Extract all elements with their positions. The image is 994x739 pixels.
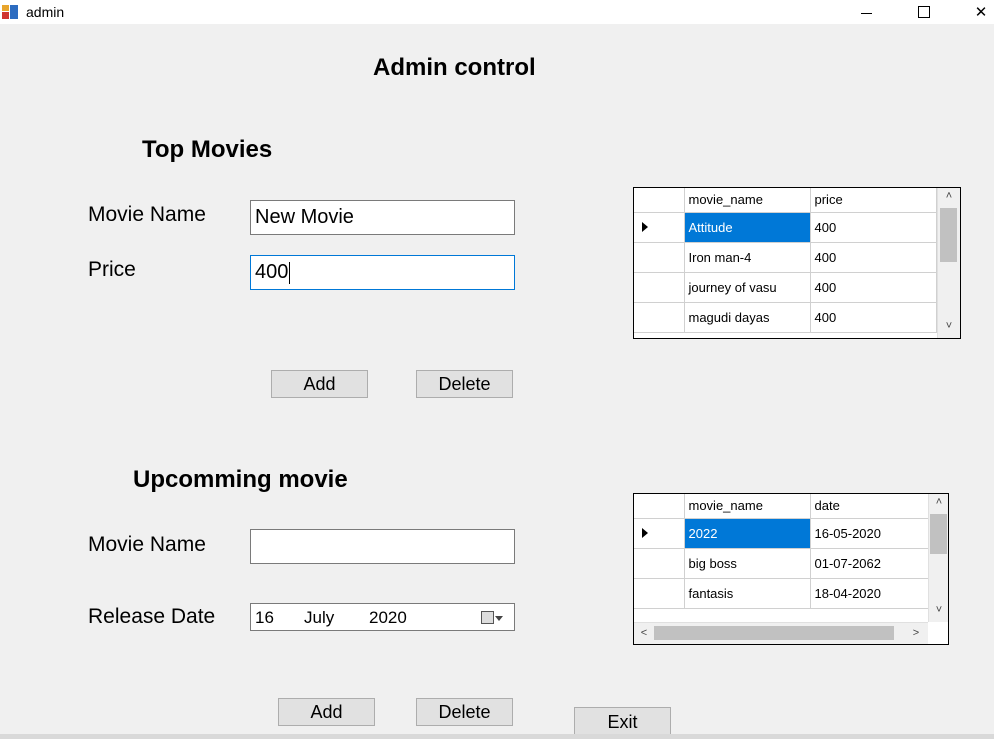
table-cell[interactable]: 2022: [684, 518, 811, 549]
scroll-down-icon[interactable]: ˅: [939, 320, 959, 332]
scroll-left-icon[interactable]: <: [634, 627, 654, 639]
app-icon: [2, 5, 18, 19]
top-add-button[interactable]: Add: [271, 370, 368, 398]
calendar-icon[interactable]: [481, 611, 494, 624]
row-header[interactable]: [634, 242, 685, 273]
maximize-button[interactable]: [901, 0, 947, 24]
column-header-movie-name[interactable]: movie_name: [684, 188, 811, 213]
top-movies-table: movie_name price Attitude 400 Iron man-4…: [634, 188, 937, 333]
top-movie-name-input[interactable]: New Movie: [250, 200, 515, 235]
table-cell[interactable]: big boss: [684, 548, 811, 579]
scroll-up-icon[interactable]: ˄: [929, 496, 948, 508]
close-icon: ✕: [974, 4, 988, 21]
table-row[interactable]: Attitude 400: [634, 212, 937, 243]
table-cell[interactable]: journey of vasu: [684, 272, 811, 303]
table-cell[interactable]: Attitude: [684, 212, 811, 243]
scroll-up-icon[interactable]: ˄: [939, 190, 959, 202]
scroll-right-icon[interactable]: >: [906, 627, 926, 639]
upcoming-add-button[interactable]: Add: [278, 698, 375, 726]
table-cell[interactable]: magudi dayas: [684, 302, 811, 333]
release-date-label: Release Date: [88, 605, 216, 628]
table-cell[interactable]: 400: [810, 242, 937, 273]
table-cell[interactable]: 16-05-2020: [810, 518, 937, 549]
row-header-corner: [634, 188, 685, 213]
current-row-icon: [642, 221, 648, 232]
exit-button[interactable]: Exit: [574, 707, 671, 737]
upcoming-grid-vertical-scrollbar[interactable]: ˄ ˅: [928, 494, 948, 622]
current-row-icon: [642, 527, 648, 538]
upcoming-movie-name-label: Movie Name: [88, 533, 206, 556]
minimize-button[interactable]: [843, 0, 889, 24]
date-year[interactable]: 2020: [369, 608, 407, 628]
row-header-corner: [634, 494, 685, 519]
table-cell[interactable]: 400: [810, 212, 937, 243]
row-header[interactable]: [634, 518, 685, 549]
date-day[interactable]: 16: [255, 608, 274, 628]
table-cell[interactable]: 01-07-2062: [810, 548, 937, 579]
price-input[interactable]: 400: [250, 255, 515, 290]
date-month[interactable]: July: [304, 608, 334, 628]
grid-header-row: movie_name date: [634, 494, 937, 519]
table-row[interactable]: fantasis 18-04-2020: [634, 578, 937, 609]
column-header-price[interactable]: price: [810, 188, 937, 213]
price-value: 400: [255, 261, 289, 283]
upcoming-delete-button[interactable]: Delete: [416, 698, 513, 726]
table-row[interactable]: magudi dayas 400: [634, 302, 937, 333]
table-cell[interactable]: fantasis: [684, 578, 811, 609]
column-header-movie-name[interactable]: movie_name: [684, 494, 811, 519]
row-header[interactable]: [634, 548, 685, 579]
scroll-thumb[interactable]: [930, 514, 947, 554]
scroll-thumb[interactable]: [654, 626, 894, 640]
form-title: Admin control: [373, 54, 536, 81]
top-movie-name-label: Movie Name: [88, 203, 206, 226]
upcoming-movie-heading: Upcomming movie: [133, 466, 348, 493]
table-row[interactable]: journey of vasu 400: [634, 272, 937, 303]
upcoming-movies-table: movie_name date 2022 16-05-2020 big boss…: [634, 494, 937, 609]
scroll-thumb[interactable]: [940, 208, 957, 262]
row-header[interactable]: [634, 302, 685, 333]
row-header[interactable]: [634, 578, 685, 609]
release-date-picker[interactable]: 16 July 2020: [250, 603, 515, 631]
column-header-date[interactable]: date: [810, 494, 937, 519]
maximize-icon: [918, 6, 930, 18]
row-header[interactable]: [634, 272, 685, 303]
scroll-down-icon[interactable]: ˅: [929, 604, 948, 616]
text-caret: [289, 261, 291, 284]
top-delete-button[interactable]: Delete: [416, 370, 513, 398]
price-label: Price: [88, 258, 136, 281]
upcoming-grid-horizontal-scrollbar[interactable]: < >: [634, 622, 928, 644]
table-cell[interactable]: 400: [810, 272, 937, 303]
table-row[interactable]: Iron man-4 400: [634, 242, 937, 273]
upcoming-movie-name-input[interactable]: [250, 529, 515, 564]
dropdown-arrow-icon[interactable]: [495, 616, 503, 621]
table-cell[interactable]: 400: [810, 302, 937, 333]
top-movies-heading: Top Movies: [142, 136, 273, 163]
table-row[interactable]: 2022 16-05-2020: [634, 518, 937, 549]
grid-header-row: movie_name price: [634, 188, 937, 213]
row-header[interactable]: [634, 212, 685, 243]
table-row[interactable]: big boss 01-07-2062: [634, 548, 937, 579]
table-cell[interactable]: 18-04-2020: [810, 578, 937, 609]
upcoming-movies-grid[interactable]: movie_name date 2022 16-05-2020 big boss…: [633, 493, 949, 645]
title-bar: admin ✕: [0, 0, 994, 24]
window-bottom-edge: [0, 734, 994, 739]
minimize-icon: [860, 12, 872, 14]
top-grid-vertical-scrollbar[interactable]: ˄ ˅: [937, 188, 960, 338]
top-movies-grid[interactable]: movie_name price Attitude 400 Iron man-4…: [633, 187, 961, 339]
close-button[interactable]: ✕: [958, 0, 994, 24]
window-title: admin: [26, 4, 65, 20]
table-cell[interactable]: Iron man-4: [684, 242, 811, 273]
